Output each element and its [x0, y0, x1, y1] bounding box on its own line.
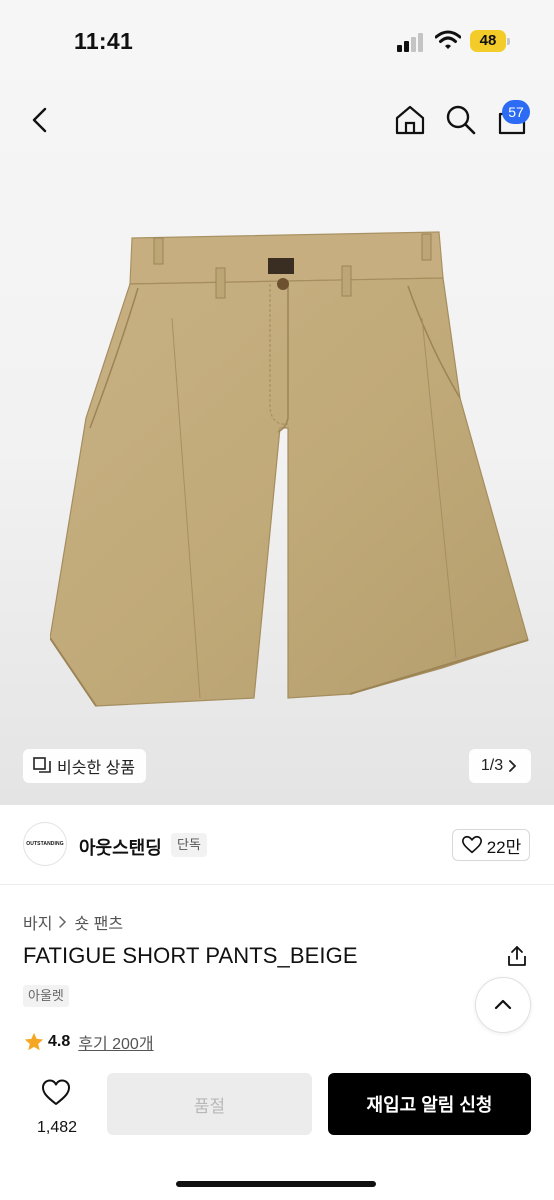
breadcrumb-item-pants[interactable]: 바지	[23, 910, 52, 934]
similar-products-label: 비슷한 상품	[57, 760, 136, 777]
soldout-button: 품절	[107, 1073, 312, 1135]
chevron-right-icon	[509, 760, 517, 772]
search-icon[interactable]	[443, 102, 479, 138]
battery-level: 48	[479, 32, 497, 49]
heart-icon	[461, 835, 482, 854]
chevron-up-icon	[494, 999, 512, 1010]
breadcrumb: 바지 숏 팬츠	[23, 910, 123, 934]
brand-name[interactable]: 아웃스탠딩	[79, 834, 162, 860]
scroll-top-button[interactable]	[475, 977, 531, 1033]
rating-score: 4.8	[48, 1033, 71, 1050]
brand-like-button[interactable]: 22만	[452, 829, 530, 861]
status-bar: 11:41 48	[0, 0, 554, 84]
product-title: FATIGUE SHORT PANTS_BEIGE	[23, 943, 358, 968]
restock-alert-button[interactable]: 재입고 알림 신청	[328, 1073, 531, 1135]
image-pager-label: 1/3	[480, 757, 504, 774]
rating-row: 4.8 후기 200개	[23, 1030, 154, 1054]
product-gallery[interactable]: 57 비슷한 상품 1/3	[0, 0, 554, 805]
exclusive-tag: 단독	[171, 833, 207, 857]
back-icon[interactable]	[22, 102, 58, 138]
similar-products-button[interactable]: 비슷한 상품	[23, 749, 147, 783]
cellular-signal-icon	[397, 33, 423, 52]
outlet-tag: 아울렛	[23, 985, 69, 1007]
share-icon[interactable]	[505, 944, 529, 968]
star-icon	[24, 1032, 44, 1051]
product-image	[50, 231, 529, 707]
home-indicator	[176, 1181, 376, 1187]
reviews-link[interactable]: 후기 200개	[78, 1030, 153, 1054]
status-time: 11:41	[74, 28, 134, 54]
brand-row: OUTSTANDING 아웃스탠딩 단독 22만	[0, 805, 554, 885]
brand-like-count: 22만	[486, 837, 522, 857]
image-pager-button[interactable]: 1/3	[469, 749, 531, 783]
chevron-right-icon	[59, 916, 67, 928]
battery-indicator: 48	[470, 30, 510, 52]
wishlist-count: 1,482	[36, 1119, 78, 1136]
wifi-icon	[435, 30, 461, 49]
similar-icon	[33, 757, 51, 773]
cart-count-badge: 57	[502, 100, 530, 124]
wishlist-button[interactable]: 1,482	[28, 1074, 86, 1144]
home-icon[interactable]	[392, 102, 428, 138]
breadcrumb-item-shorts[interactable]: 숏 팬츠	[74, 910, 123, 934]
heart-icon	[42, 1079, 70, 1105]
brand-logo-text: OUTSTANDING	[26, 841, 64, 847]
bottom-action-bar: 1,482 품절 재입고 알림 신청	[0, 1062, 554, 1200]
brand-logo[interactable]: OUTSTANDING	[23, 822, 67, 866]
